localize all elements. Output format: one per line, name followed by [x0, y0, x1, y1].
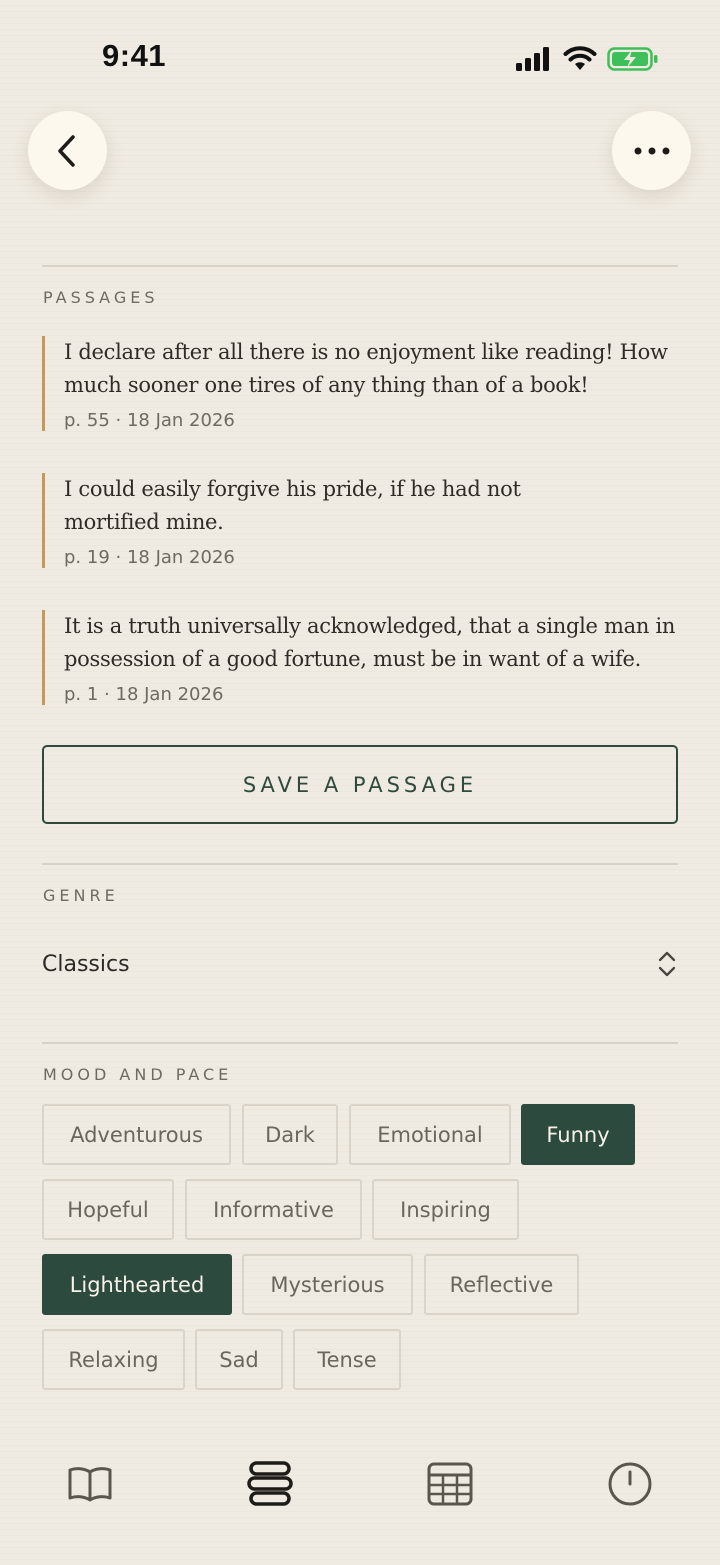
mood-chip-dark[interactable]: Dark [242, 1104, 338, 1165]
calendar-grid-icon [427, 1462, 473, 1506]
mood-chip-inspiring[interactable]: Inspiring [372, 1179, 519, 1240]
tab-shelves[interactable] [240, 1457, 300, 1511]
ellipsis-icon [634, 147, 669, 154]
more-options-button[interactable] [612, 111, 691, 190]
mood-chip-informative[interactable]: Informative [185, 1179, 362, 1240]
mood-chip-funny[interactable]: Funny [521, 1104, 635, 1165]
mood-chip-relaxing[interactable]: Relaxing [42, 1329, 185, 1390]
divider-mood [42, 1042, 678, 1044]
passage-meta: p. 19 · 18 Jan 2026 [64, 547, 235, 568]
back-button[interactable] [28, 111, 107, 190]
signal-icon [516, 47, 549, 71]
battery-charging-icon [607, 47, 658, 71]
status-time: 9:41 [102, 38, 167, 73]
mood-chip-lighthearted[interactable]: Lighthearted [42, 1254, 232, 1315]
wifi-icon [563, 46, 597, 70]
mood-chip-tense[interactable]: Tense [293, 1329, 401, 1390]
tab-library[interactable] [60, 1457, 120, 1511]
mood-chip-reflective[interactable]: Reflective [424, 1254, 579, 1315]
passage-meta: p. 1 · 18 Jan 2026 [64, 684, 224, 705]
tab-calendar[interactable] [420, 1457, 480, 1511]
passage-item[interactable]: I could easily forgive his pride, if he … [42, 473, 544, 568]
passages-label: PASSAGES [43, 288, 159, 307]
divider-top [42, 265, 678, 267]
mood-chip-sad[interactable]: Sad [195, 1329, 283, 1390]
mood-chip-hopeful[interactable]: Hopeful [42, 1179, 174, 1240]
clock-icon [608, 1462, 652, 1506]
divider-genre [42, 863, 678, 865]
passage-text: It is a truth universally acknowledged, … [64, 614, 676, 671]
mood-label: MOOD AND PACE [43, 1065, 233, 1084]
mood-chip-adventurous[interactable]: Adventurous [42, 1104, 231, 1165]
genre-label: GENRE [43, 886, 119, 905]
passage-text: I could easily forgive his pride, if he … [64, 477, 521, 534]
genre-value: Classics [42, 951, 130, 977]
genre-select[interactable]: Classics [42, 940, 678, 988]
mood-chip-mysterious[interactable]: Mysterious [242, 1254, 413, 1315]
passage-item[interactable]: It is a truth universally acknowledged, … [42, 610, 694, 705]
chevron-up-down-icon [658, 951, 676, 977]
save-passage-button[interactable]: SAVE A PASSAGE [42, 745, 678, 824]
passage-text: I declare after all there is no enjoymen… [64, 340, 668, 397]
tab-timer[interactable] [600, 1457, 660, 1511]
stack-icon [247, 1461, 293, 1506]
passage-item[interactable]: I declare after all there is no enjoymen… [42, 336, 694, 431]
book-icon [68, 1467, 112, 1502]
chevron-left-icon [57, 134, 75, 167]
mood-chip-emotional[interactable]: Emotional [349, 1104, 511, 1165]
passage-meta: p. 55 · 18 Jan 2026 [64, 410, 235, 431]
